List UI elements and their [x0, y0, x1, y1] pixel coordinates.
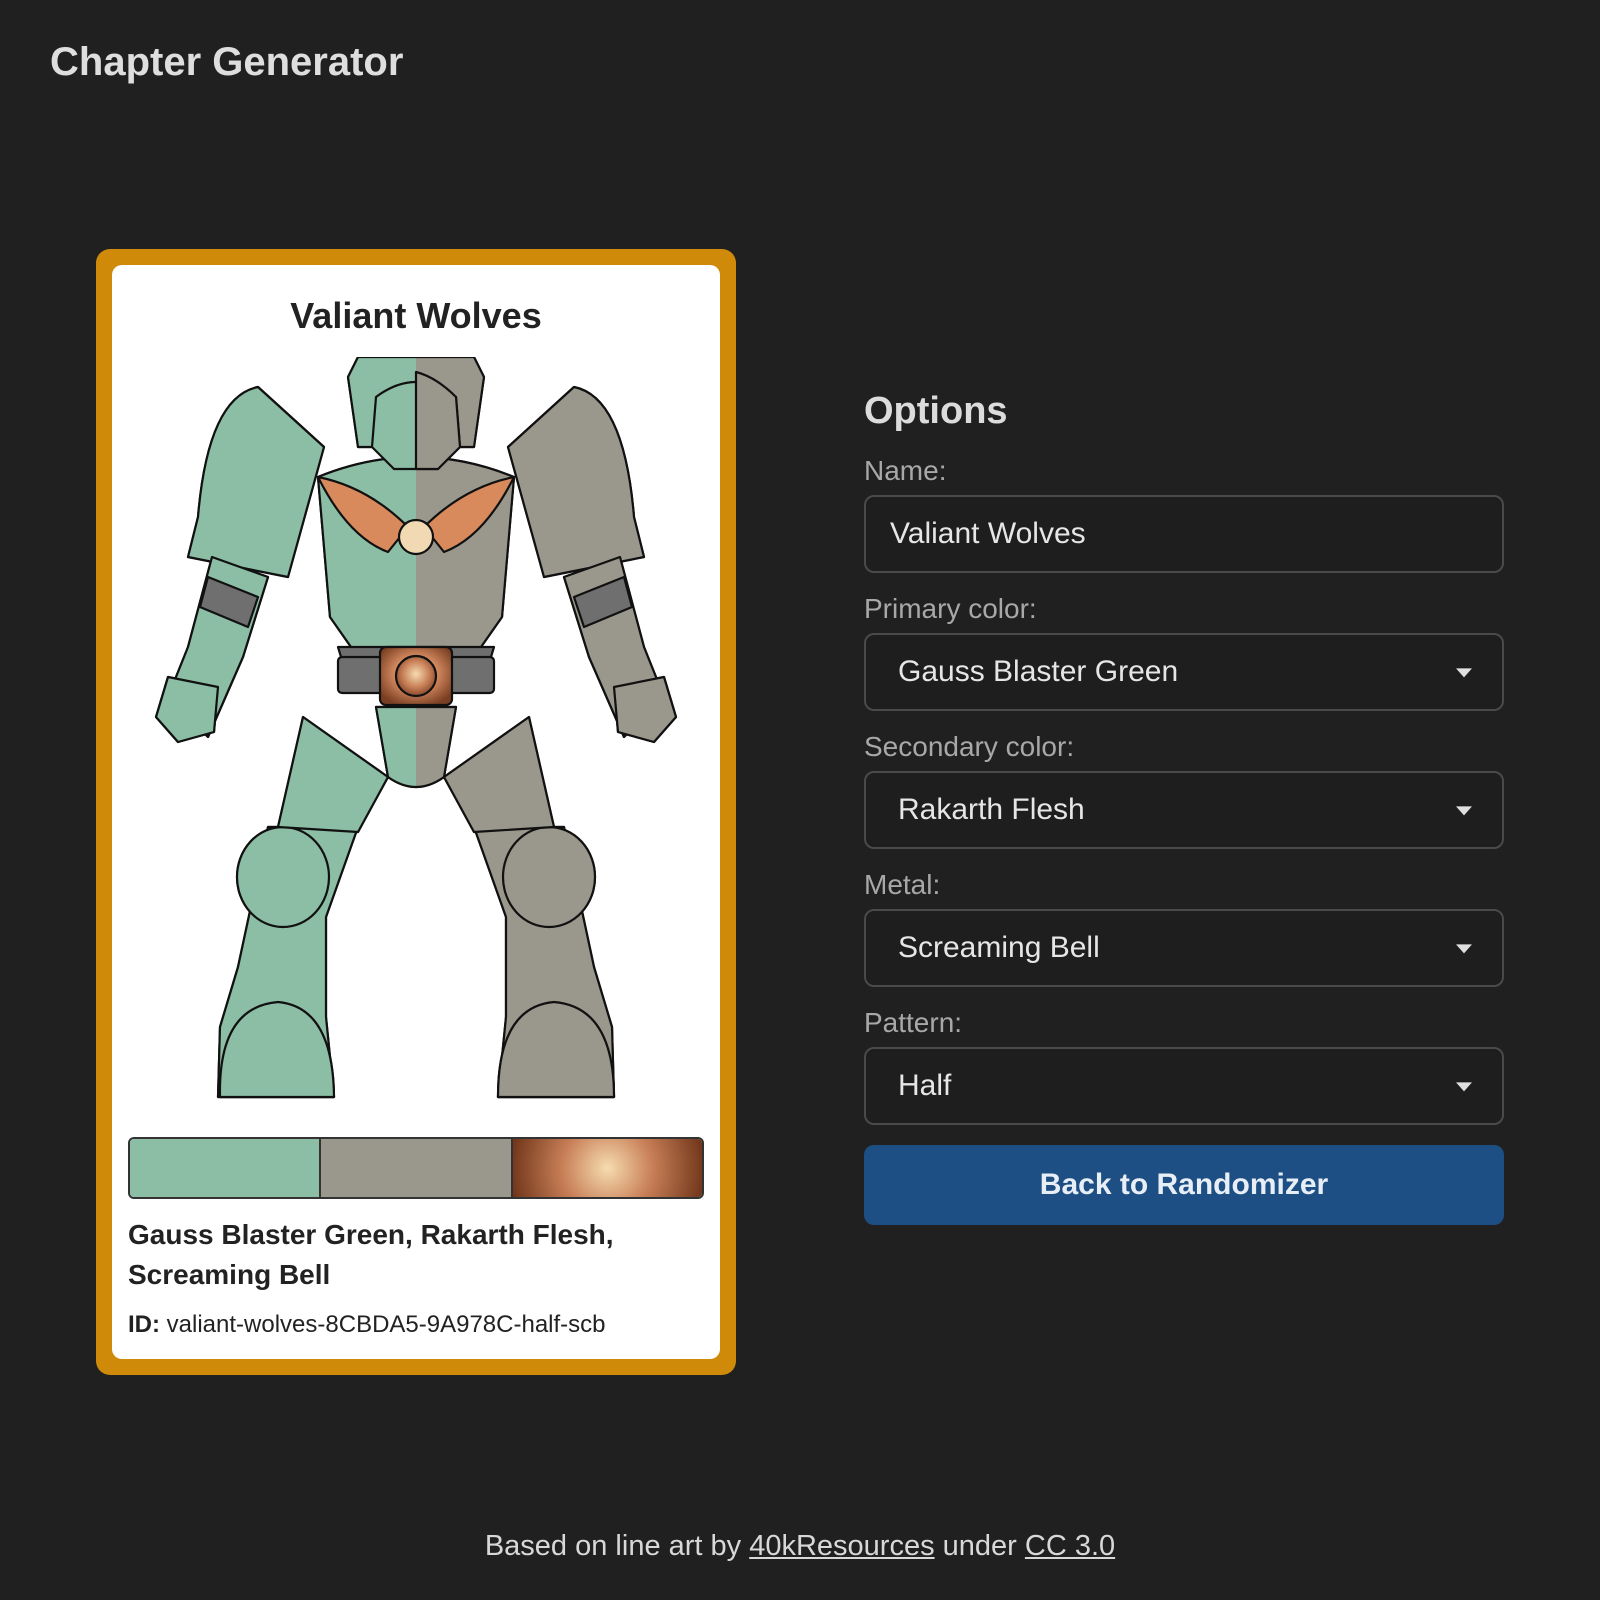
secondary-color-value: Rakarth Flesh [898, 793, 1085, 826]
secondary-swatch [319, 1139, 511, 1197]
card-chapter-name: Valiant Wolves [290, 295, 542, 336]
chevron-down-icon [1456, 944, 1472, 954]
chapter-id-value: valiant-wolves-8CBDA5-9A978C-half-scb [166, 1311, 606, 1338]
primary-swatch [130, 1139, 320, 1197]
back-to-randomizer-button[interactable]: Back to Randomizer [864, 1145, 1504, 1225]
chevron-down-icon [1456, 668, 1472, 678]
name-input-value: Valiant Wolves [890, 517, 1086, 550]
primary-color-label: Primary color: [864, 593, 1037, 624]
footer-middle: under [942, 1530, 1017, 1562]
metal-label: Metal: [864, 869, 941, 900]
pattern-select[interactable]: Half [864, 1047, 1504, 1125]
metal-value: Screaming Bell [898, 931, 1100, 964]
pattern-value: Half [898, 1069, 952, 1102]
secondary-color-label: Secondary color: [864, 731, 1075, 762]
options-panel: Options Name: Valiant Wolves Primary col… [864, 390, 1504, 1225]
primary-color-value: Gauss Blaster Green [898, 655, 1179, 688]
options-heading: Options [864, 390, 1008, 432]
metal-select[interactable]: Screaming Bell [864, 909, 1504, 987]
footer-credit: Based on line art by 40kResources under … [0, 1530, 1600, 1563]
pattern-label: Pattern: [864, 1007, 963, 1038]
color-swatch-bar [128, 1137, 704, 1199]
chapter-id: ID: valiant-wolves-8CBDA5-9A978C-half-sc… [128, 1311, 606, 1339]
name-label: Name: [864, 455, 947, 486]
chapter-id-label: ID: [128, 1311, 160, 1338]
marine-figure-illustration [148, 357, 684, 1103]
chevron-down-icon [1456, 806, 1472, 816]
cc-license-link[interactable]: CC 3.0 [1025, 1530, 1115, 1562]
footer-prefix: Based on line art by [484, 1530, 742, 1562]
paint-names: Gauss Blaster Green, Rakarth Flesh, Scre… [128, 1219, 614, 1290]
40kresources-link[interactable]: 40kResources [749, 1530, 934, 1562]
app-title: Chapter Generator [50, 40, 404, 84]
secondary-color-select[interactable]: Rakarth Flesh [864, 771, 1504, 849]
metal-swatch [510, 1139, 702, 1197]
chapter-card: Valiant Wolves Gauss Blaster Green, Raka… [96, 249, 736, 1375]
primary-color-select[interactable]: Gauss Blaster Green [864, 633, 1504, 711]
name-input[interactable]: Valiant Wolves [864, 495, 1504, 573]
chevron-down-icon [1456, 1082, 1472, 1092]
card-body: Valiant Wolves Gauss Blaster Green, Raka… [112, 265, 720, 1359]
